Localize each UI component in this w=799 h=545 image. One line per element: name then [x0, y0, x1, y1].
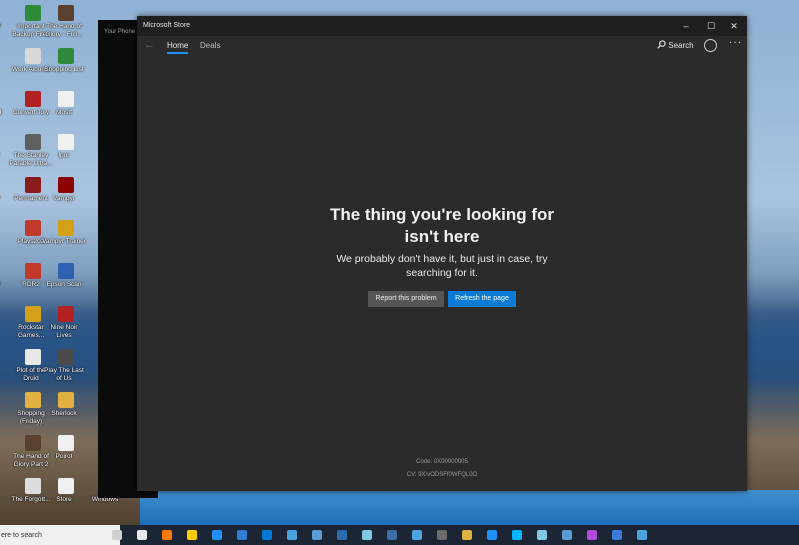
taskbar-search-text: ere to search: [1, 532, 42, 539]
desktop-icon-image[interactable]: [58, 48, 74, 64]
error-message: We probably don't have it, but just in c…: [312, 253, 572, 280]
taskbar-app-icon[interactable]: [637, 530, 647, 540]
taskbar-app-icon[interactable]: [462, 530, 472, 540]
desktop-icon-image[interactable]: [25, 435, 41, 451]
taskbar-app-icon[interactable]: [212, 530, 222, 540]
taskbar-app-icon[interactable]: [562, 530, 572, 540]
desktop-icon-image[interactable]: [58, 177, 74, 193]
tab-deals[interactable]: Deals: [200, 41, 220, 50]
desktop-icon-image[interactable]: [25, 134, 41, 150]
headline-line-1: The thing you're looking for: [329, 205, 555, 224]
desktop-icon-image[interactable]: [58, 220, 74, 236]
desktop-icon-image[interactable]: [58, 349, 74, 365]
desktop-edge-label: d: [0, 65, 8, 73]
desktop-icon-image[interactable]: [25, 48, 41, 64]
desktop-icon-image[interactable]: [25, 263, 41, 279]
taskbar-app-icon[interactable]: [262, 530, 272, 540]
desktop-edge-label: er: [0, 323, 8, 331]
desktop-edge-label: ata: [0, 22, 8, 30]
tab-home[interactable]: Home: [167, 41, 188, 50]
message-line-1: We probably don't have it, but just in c…: [336, 253, 548, 265]
account-icon[interactable]: [704, 39, 717, 52]
desktop-icon-label[interactable]: Epson Scan: [42, 281, 86, 289]
maximize-button[interactable]: ☐: [700, 18, 722, 34]
desktop-icon-label[interactable]: lpor: [42, 152, 86, 160]
desktop-edge-label: eng: [0, 108, 8, 116]
desktop-icon-label[interactable]: Sherlock: [42, 410, 86, 418]
wallpaper-pool: [140, 490, 799, 525]
taskbar-search-box[interactable]: ere to search: [0, 525, 120, 545]
taskbar-app-icon[interactable]: [362, 530, 372, 540]
desktop-icon-image[interactable]: [58, 263, 74, 279]
search-button[interactable]: Search: [657, 40, 694, 50]
taskbar-app-icon[interactable]: [137, 530, 147, 540]
desktop-icon-image[interactable]: [25, 306, 41, 322]
taskbar-app-icon[interactable]: [487, 530, 497, 540]
taskbar-app-icon[interactable]: [237, 530, 247, 540]
desktop-icon-image[interactable]: [25, 91, 41, 107]
close-button[interactable]: ✕: [723, 18, 745, 34]
taskbar-app-icon[interactable]: [537, 530, 547, 540]
taskbar-app-icon[interactable]: [312, 530, 322, 540]
correlation-vector: CV: 9X/vODSFf0WFQL0O: [406, 472, 478, 478]
desktop-icon-image[interactable]: [58, 478, 74, 494]
desktop-icon-image[interactable]: [58, 91, 74, 107]
desktop-icon-image[interactable]: [25, 392, 41, 408]
desktop-icon-label[interactable]: Mostf: [42, 109, 86, 117]
desktop-edge-label: ets: [0, 280, 8, 288]
search-icon: [657, 40, 666, 49]
taskbar-app-icon[interactable]: [337, 530, 347, 540]
taskbar-app-icon[interactable]: [287, 530, 297, 540]
error-code: Code: 0X00000005: [416, 459, 468, 465]
desktop-icon-image[interactable]: [58, 392, 74, 408]
minimize-button[interactable]: –: [675, 18, 697, 34]
title-bar[interactable]: Microsoft Store – ☐ ✕: [137, 16, 747, 36]
desktop-icon-image[interactable]: [58, 134, 74, 150]
message-line-2: searching for it.: [406, 266, 478, 279]
desktop-icon-label[interactable]: Vampyr: [42, 195, 86, 203]
taskbar-app-icon[interactable]: [437, 530, 447, 540]
taskbar-app-icon[interactable]: [587, 530, 597, 540]
taskbar-app-icon[interactable]: [162, 530, 172, 540]
desktop-icon-image[interactable]: [58, 435, 74, 451]
desktop-icon-image[interactable]: [25, 478, 41, 494]
report-problem-button[interactable]: Report this problem: [368, 291, 444, 307]
desktop-icon-label[interactable]: Store: [42, 496, 86, 504]
desktop-icon-image[interactable]: [58, 5, 74, 21]
desktop-icon-image[interactable]: [58, 306, 74, 322]
desktop-edge-label: er: [0, 366, 8, 374]
taskbar-app-icon[interactable]: [512, 530, 522, 540]
desktop-icon-image[interactable]: [25, 177, 41, 193]
desktop-icon-label[interactable]: Poirot: [42, 453, 86, 461]
taskbar-app-icon[interactable]: [187, 530, 197, 540]
your-phone-title: Your Phone: [104, 29, 136, 35]
desktop-edge-label: rer: [0, 151, 8, 159]
microsoft-store-window: Microsoft Store – ☐ ✕ ← Home Deals Searc…: [137, 16, 747, 491]
more-options-icon[interactable]: ···: [729, 37, 742, 48]
taskbar-app-icon[interactable]: [112, 530, 122, 540]
taskbar: ere to search: [0, 525, 799, 545]
desktop-edge-label: er: [0, 237, 8, 245]
desktop-icon-image[interactable]: [25, 349, 41, 365]
desktop-icon-label[interactable]: Play The Last of Us: [42, 367, 86, 382]
refresh-page-button[interactable]: Refresh the page: [448, 291, 516, 307]
taskbar-app-icon[interactable]: [387, 530, 397, 540]
desktop-icon-label[interactable]: Shopping List: [42, 66, 86, 74]
back-arrow-icon[interactable]: ←: [144, 39, 155, 51]
desktop-edge-label: ear: [0, 194, 8, 202]
headline-line-2: isn't here: [404, 227, 480, 246]
search-label: Search: [668, 41, 694, 50]
desktop-icon-image[interactable]: [25, 5, 41, 21]
desktop-icon-label[interactable]: The Hand of Glory - Full...: [42, 23, 86, 38]
desktop-icon-label[interactable]: Vampyr Trainer: [42, 238, 86, 246]
active-tab-indicator: [167, 52, 188, 54]
nav-bar: ← Home Deals Search ···: [137, 36, 747, 60]
taskbar-app-icon[interactable]: [412, 530, 422, 540]
window-title: Microsoft Store: [143, 22, 191, 29]
desktop-icon-image[interactable]: [25, 220, 41, 236]
taskbar-app-icon[interactable]: [612, 530, 622, 540]
error-headline: The thing you're looking for isn't here: [292, 204, 592, 248]
desktop-icon-label[interactable]: Nine Noir Lives: [42, 324, 86, 339]
